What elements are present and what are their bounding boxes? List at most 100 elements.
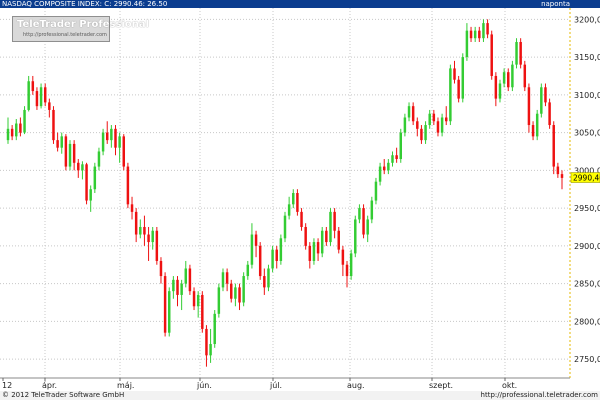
candle-up <box>482 23 485 39</box>
logo-url: http://professional.teletrader.com <box>23 32 107 38</box>
candle-up <box>465 30 469 58</box>
candle-up <box>209 344 212 356</box>
candle-down <box>205 328 208 356</box>
candle-up <box>535 113 539 137</box>
candle-down <box>19 123 22 133</box>
candle-up <box>180 283 183 295</box>
candle-up <box>349 253 353 277</box>
candle-up <box>320 230 324 254</box>
candle-down <box>316 242 320 254</box>
candle-up <box>378 166 382 182</box>
candle-up <box>424 125 427 141</box>
candle-up <box>387 162 390 171</box>
candle-down <box>457 79 460 99</box>
y-tick-label: 3150,00 <box>574 53 600 62</box>
candle-down <box>548 102 551 126</box>
candle-up <box>358 208 361 220</box>
y-tick-label: 2800,00 <box>574 317 600 326</box>
candle-down <box>230 283 233 299</box>
y-tick-label: 3200,00 <box>574 15 600 24</box>
candle-down <box>308 245 312 261</box>
candle-up <box>267 268 270 288</box>
candle-down <box>147 234 150 243</box>
candle-down <box>478 30 481 39</box>
candle-up <box>449 68 452 122</box>
y-tick-label: 2850,00 <box>574 280 600 289</box>
candle-down <box>225 272 229 284</box>
candle-down <box>188 268 192 292</box>
candle-down <box>325 230 328 243</box>
candle-up <box>370 200 374 220</box>
candle-up <box>403 117 407 133</box>
x-tick-label: máj. <box>117 381 134 390</box>
candle-down <box>345 264 349 277</box>
candle-up <box>23 109 26 133</box>
candle-down <box>35 91 39 107</box>
footer-link[interactable]: http://professional.teletrader.com <box>481 391 598 400</box>
x-tick-label: jún. <box>196 381 212 390</box>
candle-down <box>143 226 146 235</box>
candle-up <box>407 106 411 118</box>
candle-down <box>304 226 307 246</box>
candle-down <box>486 23 489 35</box>
candle-down <box>411 106 415 122</box>
x-tick-label: szept. <box>429 381 453 390</box>
candle-up <box>196 294 200 307</box>
candle-up <box>217 287 221 314</box>
candle-down <box>527 87 531 126</box>
candle-down <box>453 68 456 80</box>
chart-window: 2750,002800,002850,002900,002950,003000,… <box>0 0 600 400</box>
candle-up <box>81 164 84 171</box>
candle-up <box>172 279 175 292</box>
candle-down <box>494 75 498 99</box>
candle-up <box>366 219 369 235</box>
candle-down <box>362 208 365 235</box>
y-tick-label: 2900,00 <box>574 242 600 251</box>
price-chart[interactable]: 2750,002800,002850,002900,002950,003000,… <box>0 0 600 400</box>
logo-name: TeleTrader Professional <box>17 19 150 30</box>
candle-up <box>151 230 154 243</box>
candle-down <box>416 121 419 129</box>
candle-down <box>155 230 159 261</box>
candle-down <box>490 34 493 76</box>
candle-up <box>329 211 332 243</box>
candle-down <box>469 30 473 39</box>
candle-up <box>242 276 245 303</box>
candle-down <box>337 230 340 250</box>
candle-down <box>159 260 163 277</box>
candle-up <box>93 166 97 190</box>
candle-down <box>531 125 535 137</box>
candle-down <box>300 211 303 227</box>
candle-down <box>114 128 117 148</box>
y-tick-label: 3050,00 <box>574 129 600 138</box>
instrument-title: NASDAQ COMPOSITE INDEX: C: 2990.46: 26.5… <box>2 0 168 8</box>
candle-down <box>122 136 126 167</box>
candle-down <box>544 87 547 103</box>
candle-down <box>31 81 35 92</box>
candle-up <box>354 219 357 254</box>
candle-up <box>440 117 444 133</box>
candle-down <box>43 87 47 103</box>
candle-down <box>163 276 167 333</box>
teletrader-logo: TeleTrader Professional http://professio… <box>12 16 149 42</box>
last-price-marker: 2990,46 <box>570 172 600 183</box>
candle-up <box>89 189 92 201</box>
candle-up <box>399 132 403 160</box>
candle-up <box>27 81 30 110</box>
candle-up <box>97 151 101 167</box>
candle-down <box>552 125 555 167</box>
header-bar: NASDAQ COMPOSITE INDEX: C: 2990.46: 26.5… <box>0 0 600 8</box>
candle-up <box>498 83 502 99</box>
candle-down <box>263 276 266 288</box>
y-axis: 2750,002800,002850,002900,002950,003000,… <box>574 15 600 364</box>
candle-up <box>167 291 171 333</box>
candle-down <box>258 245 262 277</box>
candle-up <box>502 72 506 84</box>
candle-down <box>192 291 196 307</box>
candle-down <box>105 132 109 141</box>
candle-up <box>6 128 10 141</box>
candle-down <box>72 143 76 163</box>
candle-down <box>275 249 278 261</box>
candle-up <box>428 113 431 126</box>
candle-down <box>395 155 398 160</box>
